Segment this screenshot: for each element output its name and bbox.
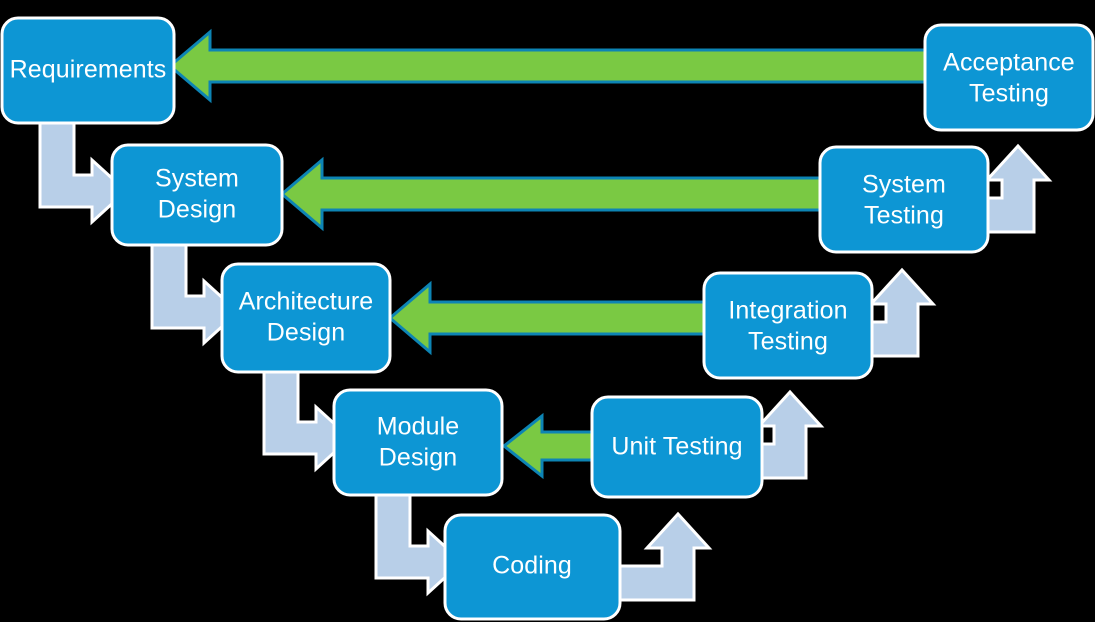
node-requirements-label: Requirements	[10, 56, 167, 84]
node-system-testing-label-line2: Testing	[864, 202, 944, 230]
node-architecture-design[interactable]: Architecture Design	[220, 262, 392, 374]
node-module-design-label-line1: Module	[377, 413, 460, 441]
node-acceptance-testing-label-line1: Acceptance	[943, 49, 1075, 77]
node-system-design-label-line2: Design	[158, 196, 236, 224]
node-integration-testing-label-line1: Integration	[728, 297, 847, 325]
node-architecture-design-label-line2: Design	[267, 319, 345, 347]
verification-arrow-system-to-system-design	[279, 156, 824, 232]
node-system-testing[interactable]: System Testing	[818, 145, 990, 254]
verification-arrow-integration-to-architecture	[387, 280, 708, 356]
verification-arrow-acceptance-to-requirements	[167, 28, 929, 104]
v-model-diagram: Requirements System Design Architecture …	[0, 0, 1095, 622]
node-system-design[interactable]: System Design	[110, 143, 284, 247]
node-acceptance-testing-box[interactable]	[923, 23, 1095, 132]
node-coding-label: Coding	[492, 552, 572, 580]
node-acceptance-testing-label-line2: Testing	[969, 80, 1049, 108]
node-requirements[interactable]: Requirements	[0, 16, 176, 125]
node-acceptance-testing[interactable]: Acceptance Testing	[923, 23, 1095, 132]
node-unit-testing-label: Unit Testing	[611, 433, 742, 461]
node-integration-testing-box[interactable]	[702, 271, 874, 380]
node-system-design-label-line1: System	[155, 165, 239, 193]
node-integration-testing-label-line2: Testing	[748, 328, 828, 356]
node-integration-testing[interactable]: Integration Testing	[702, 271, 874, 380]
node-coding[interactable]: Coding	[443, 513, 622, 621]
node-system-testing-label-line1: System	[862, 171, 946, 199]
node-module-design-label-line2: Design	[379, 444, 457, 472]
node-unit-testing[interactable]: Unit Testing	[590, 395, 764, 499]
node-system-testing-box[interactable]	[818, 145, 990, 254]
verification-arrow-unit-to-module-design	[501, 412, 596, 480]
node-module-design-box[interactable]	[332, 388, 504, 497]
node-module-design[interactable]: Module Design	[332, 388, 504, 497]
diagram-canvas: Requirements System Design Architecture …	[0, 16, 1095, 621]
node-architecture-design-label-line1: Architecture	[239, 288, 374, 316]
